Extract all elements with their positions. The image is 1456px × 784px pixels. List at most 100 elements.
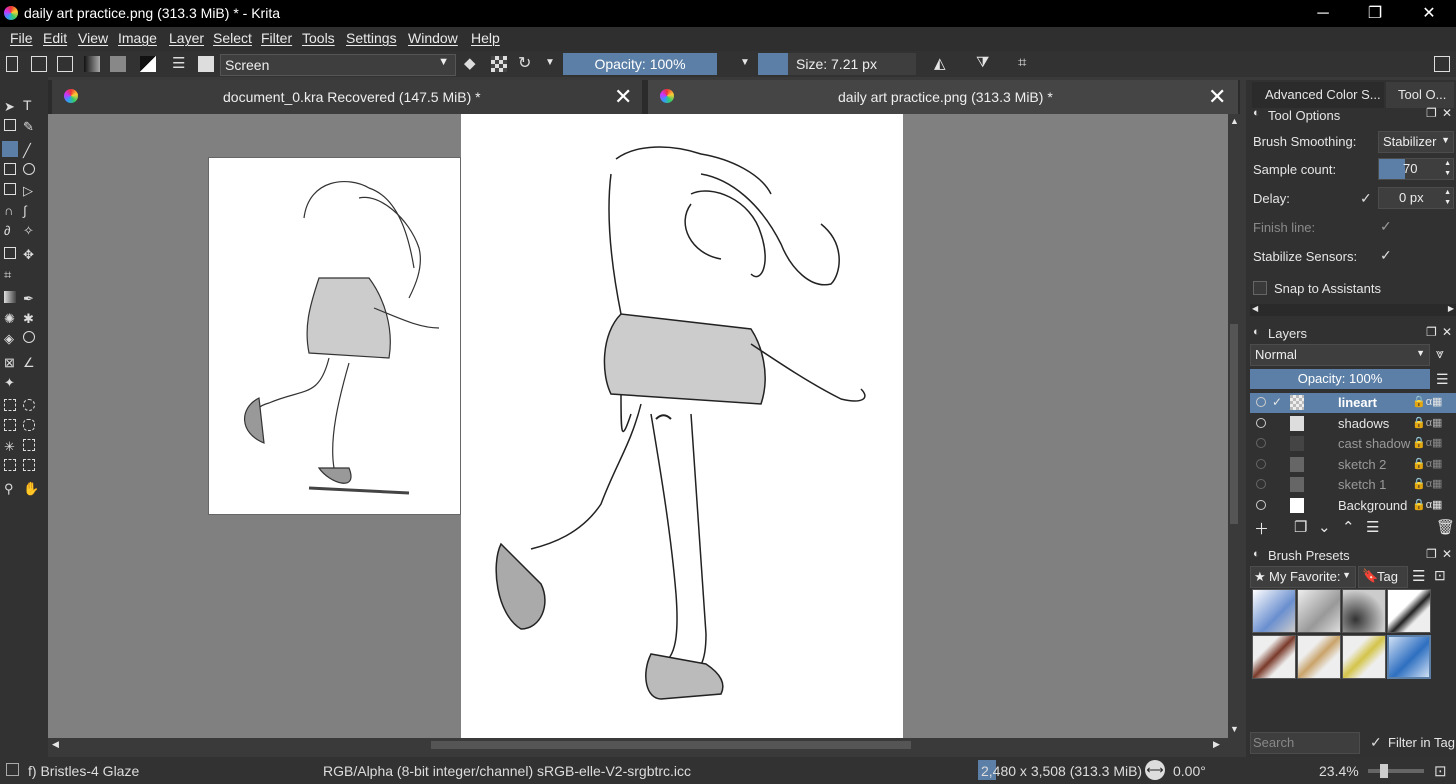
snap-assistants-checkbox[interactable] — [1253, 281, 1267, 295]
restore-button[interactable]: ❐ — [1350, 0, 1400, 27]
canvas-area[interactable] — [48, 114, 1228, 738]
menu-window[interactable]: Window — [408, 30, 458, 46]
save-icon[interactable] — [57, 56, 73, 72]
fill-tool-icon[interactable]: ◈ — [4, 331, 16, 346]
filter-in-tag-checkbox[interactable]: ✓ — [1370, 735, 1382, 749]
minimize-button[interactable]: ─ — [1298, 0, 1348, 27]
save-preset-icon[interactable]: ⊡ — [1434, 567, 1446, 584]
bezier-select-tool-icon[interactable] — [4, 459, 16, 471]
pan-tool-icon[interactable]: ✋ — [23, 481, 39, 496]
contiguous-select-tool-icon[interactable]: ✳ — [4, 439, 16, 454]
opacity-slider[interactable]: Opacity: 100% — [563, 53, 717, 75]
menu-settings[interactable]: Settings — [346, 30, 397, 46]
ellipse-tool-icon[interactable] — [23, 163, 35, 175]
freehand-path-tool-icon[interactable]: ∫ — [23, 203, 35, 218]
horizontal-scrollbar[interactable]: ◀ ▶ — [48, 738, 1240, 752]
zoom-slider[interactable] — [1368, 764, 1424, 778]
rotate-icon[interactable]: ⟷ — [1145, 760, 1165, 780]
wrap-around-icon[interactable]: ⌗ — [1018, 54, 1034, 71]
assistant-tool-icon[interactable]: ⊠ — [4, 355, 16, 370]
measure-tool-icon[interactable]: ∠ — [23, 355, 35, 370]
scrollbar-thumb[interactable] — [1230, 324, 1238, 524]
menu-help[interactable]: Help — [471, 30, 500, 46]
layout-icon[interactable] — [1434, 56, 1450, 72]
layer-flags-icon[interactable]: 🔒α▦ — [1412, 457, 1442, 470]
select-shapes-tool-icon[interactable]: ➤ — [4, 99, 16, 114]
vertical-scrollbar[interactable]: ▲ ▼ — [1228, 114, 1240, 738]
brush-settings-icon[interactable]: ☰ — [172, 54, 188, 72]
hidden-eye-icon[interactable] — [1256, 438, 1266, 448]
menu-file[interactable]: File — [10, 30, 33, 46]
close-tab-icon[interactable]: ✕ — [1208, 84, 1226, 110]
open-document-icon[interactable] — [31, 56, 47, 72]
add-layer-icon[interactable]: ＋ — [1254, 518, 1269, 539]
float-panel-icon[interactable]: ❐ — [1426, 325, 1437, 339]
layer-flags-icon[interactable]: 🔒α▦ — [1412, 395, 1442, 408]
colorize-mask-tool-icon[interactable]: ✺ — [4, 311, 16, 326]
polygon-select-tool-icon[interactable] — [4, 419, 16, 431]
gradient-icon[interactable] — [84, 56, 100, 72]
scroll-left-icon[interactable]: ◀ — [52, 739, 59, 750]
hidden-eye-icon[interactable] — [1256, 479, 1266, 489]
scroll-up-icon[interactable]: ▲ — [1230, 116, 1239, 126]
line-tool-icon[interactable]: ╱ — [23, 143, 35, 158]
layer-menu-icon[interactable]: ☰ — [1436, 371, 1449, 388]
polyline-tool-icon[interactable]: ▷ — [23, 183, 35, 198]
text-tool-icon[interactable]: T — [23, 97, 35, 113]
transform-tool-icon[interactable] — [4, 247, 16, 259]
close-panel-icon[interactable]: ✕ — [1442, 547, 1452, 561]
close-tab-icon[interactable]: ✕ — [614, 84, 632, 110]
float-panel-icon[interactable]: ❐ — [1426, 106, 1437, 120]
layer-row-sketch-1[interactable]: sketch 1 🔒α▦ — [1250, 475, 1456, 495]
hidden-eye-icon[interactable] — [1256, 459, 1266, 469]
crop-tool-icon[interactable]: ⌗ — [4, 267, 16, 282]
scroll-down-icon[interactable]: ▼ — [1230, 724, 1239, 734]
delete-layer-icon[interactable]: 🗑 — [1436, 518, 1455, 536]
layer-row-shadows[interactable]: shadows 🔒α▦ — [1250, 414, 1456, 434]
spin-arrows-icon[interactable]: ▲ ▼ — [1444, 188, 1451, 208]
brush-preset-icon[interactable] — [198, 56, 214, 72]
preset-search-input[interactable]: Search — [1250, 732, 1360, 754]
rectangle-tool-icon[interactable] — [4, 163, 16, 175]
menu-edit[interactable]: Edit — [43, 30, 67, 46]
zoom-slider-handle[interactable] — [1380, 764, 1388, 778]
menu-view[interactable]: View — [78, 30, 108, 46]
move-up-icon[interactable]: ⌃ — [1342, 518, 1355, 536]
layer-checkbox[interactable]: ✓ — [1272, 395, 1282, 409]
layer-flags-icon[interactable]: 🔒α▦ — [1412, 498, 1442, 511]
layer-row-cast-shadow[interactable]: cast shadow 🔒α▦ — [1250, 434, 1456, 454]
visibility-eye-icon[interactable] — [1256, 397, 1266, 407]
sample-count-spinbox[interactable]: 70 ▲ ▼ — [1378, 158, 1454, 180]
close-button[interactable]: ✕ — [1404, 0, 1454, 27]
new-document-icon[interactable] — [6, 56, 18, 72]
preset-pencil[interactable] — [1297, 635, 1341, 679]
tab-advanced-color-selector[interactable]: Advanced Color S... — [1252, 82, 1384, 108]
dynamic-brush-tool-icon[interactable]: ∂ — [4, 223, 16, 238]
fit-screen-icon[interactable]: ⊡ — [1434, 762, 1447, 780]
visibility-eye-icon[interactable] — [1256, 500, 1266, 510]
pattern-icon[interactable] — [110, 56, 126, 72]
ellipse-select-tool-icon[interactable] — [23, 399, 35, 411]
preset-eraser[interactable] — [1252, 589, 1296, 633]
tag-button[interactable]: 🔖 Tag — [1358, 566, 1408, 588]
freehand-brush-tool-icon[interactable] — [2, 141, 18, 157]
preset-blender[interactable] — [1297, 589, 1341, 633]
menu-filter[interactable]: Filter — [261, 30, 292, 46]
mirror-horizontal-icon[interactable]: ◭ — [934, 54, 950, 72]
reference-tool-icon[interactable]: ✦ — [4, 375, 16, 390]
color-swatch-icon[interactable] — [140, 56, 156, 72]
eraser-icon[interactable]: ◆ — [464, 54, 480, 72]
preset-airbrush[interactable] — [1342, 589, 1386, 633]
spin-arrows-icon[interactable]: ▲ ▼ — [1444, 159, 1451, 179]
preset-marker[interactable] — [1252, 635, 1296, 679]
scroll-right-icon[interactable]: ▶ — [1448, 304, 1454, 313]
color-space[interactable]: RGB/Alpha (8-bit integer/channel) sRGB-e… — [323, 763, 691, 779]
move-down-icon[interactable]: ⌄ — [1318, 518, 1331, 536]
enclose-fill-tool-icon[interactable] — [23, 331, 35, 343]
magnetic-select-tool-icon[interactable] — [23, 459, 35, 471]
finish-line-checkbox[interactable]: ✓ — [1380, 219, 1392, 233]
color-picker-tool-icon[interactable]: ✒ — [23, 291, 35, 306]
polygon-tool-icon[interactable] — [4, 183, 16, 195]
menu-select[interactable]: Select — [213, 30, 252, 46]
brush-smoothing-select[interactable]: Stabilizer ▼ — [1378, 131, 1454, 153]
